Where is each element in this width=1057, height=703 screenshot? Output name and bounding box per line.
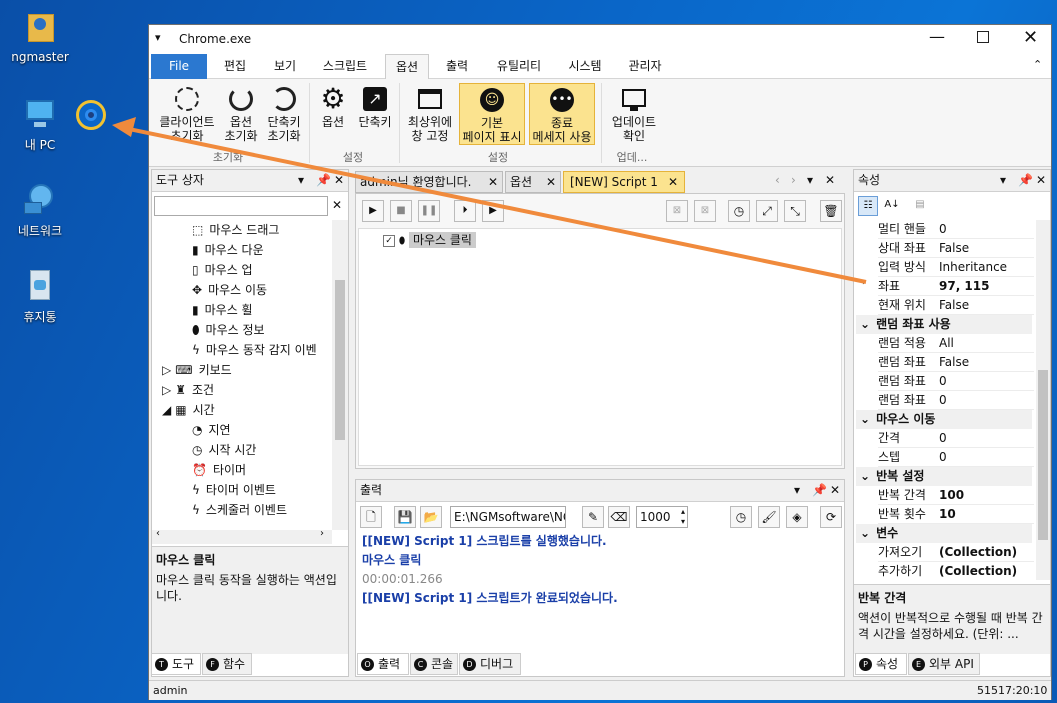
annotation-arrow [112,117,867,284]
